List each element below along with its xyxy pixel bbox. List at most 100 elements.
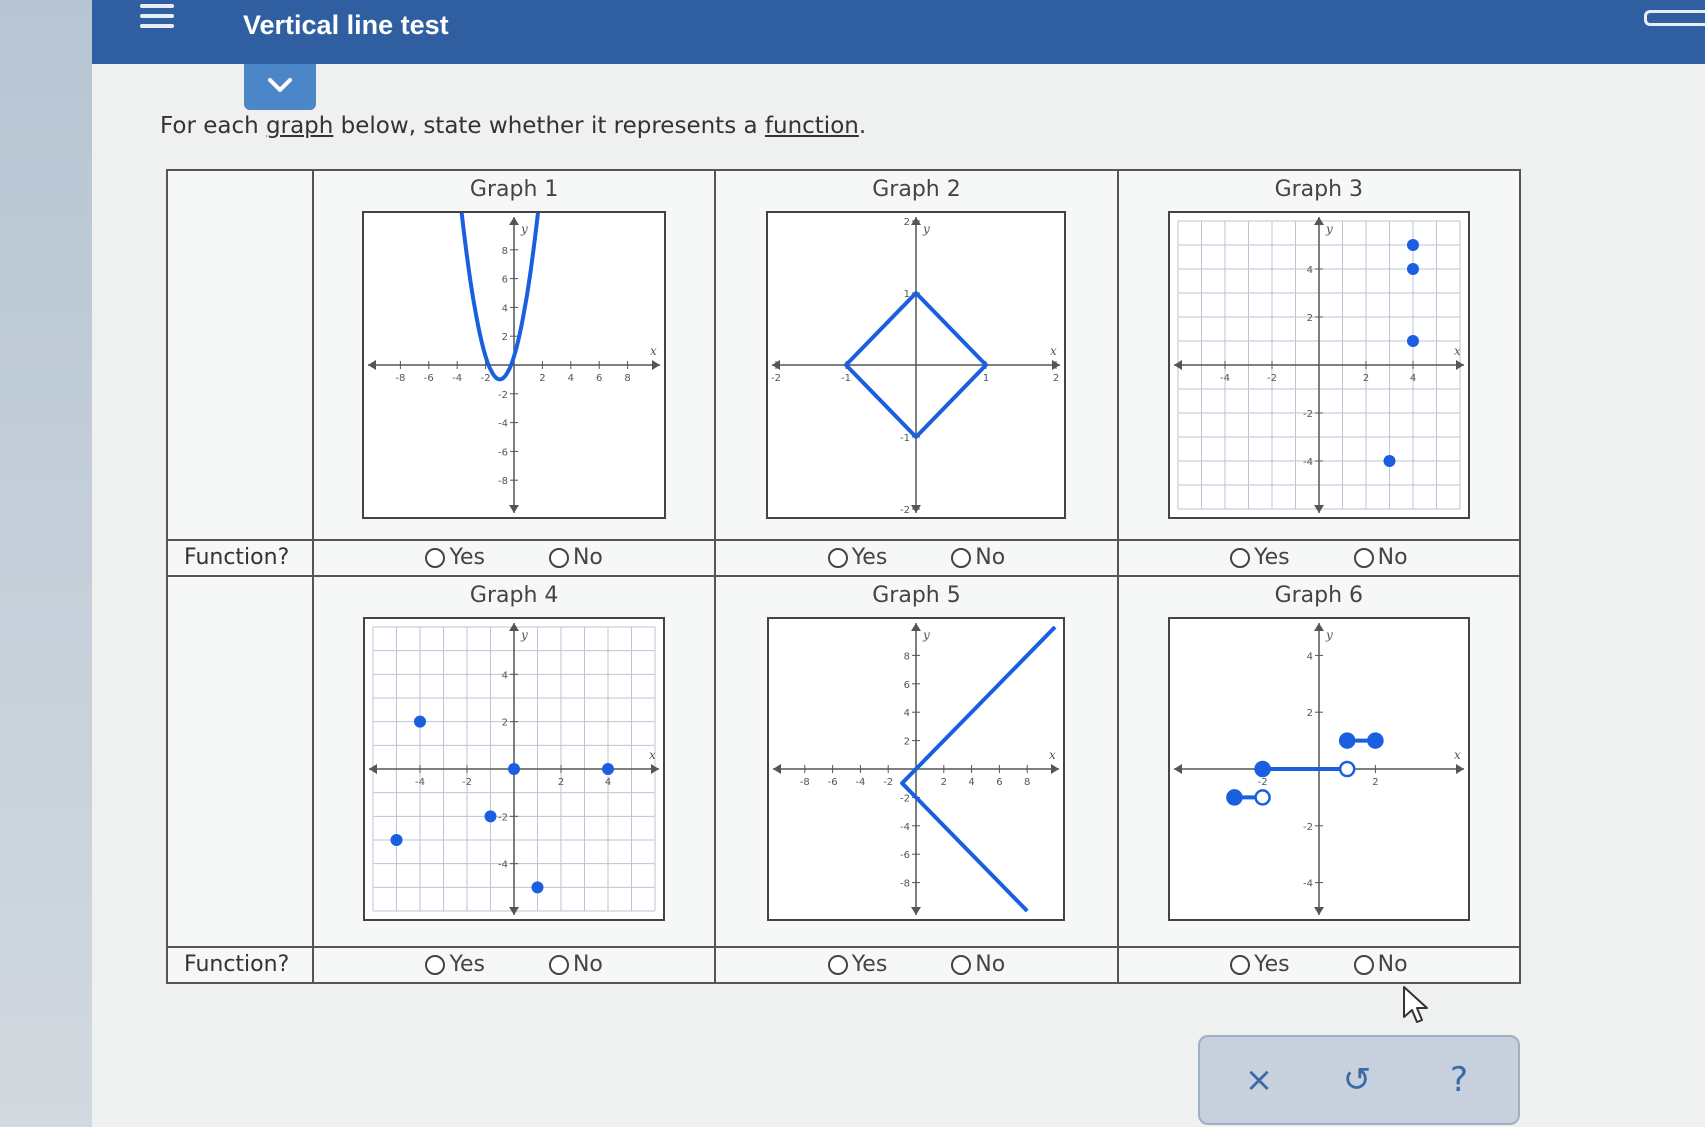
no-label: No [572, 952, 603, 977]
data-point [390, 834, 403, 846]
collapse-button[interactable] [244, 64, 316, 110]
graph-1-yes-radio[interactable]: Yes [425, 541, 485, 575]
yes-label: Yes [1254, 952, 1290, 977]
yes-label: Yes [851, 545, 888, 570]
y-tick-label: 4 [1306, 265, 1312, 276]
instruction-pre: For each [160, 113, 267, 139]
x-tick-label: -1 [841, 373, 851, 384]
y-tick-label: -6 [901, 850, 911, 861]
data-point [414, 715, 427, 728]
y-axis-label: y [520, 628, 528, 642]
x-axis-label: x [1049, 748, 1056, 762]
graph-4-no-radio[interactable]: No [548, 948, 603, 982]
row-label-blank [166, 169, 314, 541]
graph-3-yes-radio[interactable]: Yes [1230, 541, 1290, 575]
y-tick-label: 2 [502, 718, 508, 729]
data-point [1406, 335, 1419, 347]
graph-4-yes-radio[interactable]: Yes [425, 948, 485, 982]
x-tick-label: -6 [828, 777, 838, 788]
graph-cell-2: Graph 2 x y -2 -1 1 2 -2 -1 1 2 [714, 169, 1119, 541]
data-point [508, 763, 521, 775]
function-label: Function? [184, 545, 290, 570]
graph-1-plot: x y -8 -6 -4 -2 2 4 6 8 -8 -6 -4 -2 2 4 6 8 [362, 211, 667, 519]
data-point [531, 881, 544, 894]
x-tick-label: 2 [941, 777, 947, 788]
action-bar: × ↺ ? [1198, 1035, 1520, 1125]
x-tick-label: -6 [424, 373, 434, 384]
graph-title: Graph 3 [1274, 177, 1364, 202]
x-axis-arrow [1051, 764, 1060, 774]
graph-1-no-radio[interactable]: No [548, 541, 603, 575]
graph-title: Graph 6 [1274, 583, 1364, 608]
y-tick-label: -8 [901, 879, 911, 890]
answer-cell-3: Yes No [1116, 539, 1522, 577]
closed-endpoint [1366, 732, 1384, 749]
radio-circle-icon [1353, 548, 1374, 568]
closed-endpoint [1338, 732, 1356, 749]
y-tick-label: -2 [498, 390, 508, 401]
x-tick-label: -2 [481, 373, 491, 384]
y-axis-arrow [509, 505, 520, 513]
menu-icon[interactable] [140, 4, 174, 34]
open-endpoint [1254, 789, 1271, 806]
function-link[interactable]: function [765, 113, 859, 139]
graph-3-no-radio[interactable]: No [1353, 541, 1408, 575]
x-tick-label: -4 [452, 373, 462, 384]
graph-6-no-radio[interactable]: No [1353, 948, 1408, 982]
no-label: No [1377, 545, 1408, 570]
y-tick-label: 4 [502, 670, 508, 681]
graph-2-yes-radio[interactable]: Yes [827, 541, 888, 575]
graph-2-no-radio[interactable]: No [951, 541, 1005, 575]
x-tick-label: -8 [396, 373, 406, 384]
undo-icon: ↺ [1342, 1060, 1372, 1100]
help-button[interactable]: ? [1434, 1055, 1484, 1105]
header-right-handle[interactable] [1644, 10, 1705, 26]
y-tick-label: -6 [498, 447, 508, 458]
graph-6-yes-radio[interactable]: Yes [1230, 948, 1290, 982]
radio-circle-icon [1230, 548, 1251, 568]
y-tick-label: 8 [502, 246, 508, 257]
graph-link[interactable]: graph [266, 113, 333, 139]
y-axis-arrow [1313, 623, 1324, 631]
mouse-cursor-icon [1403, 986, 1428, 1023]
answer-cell-2: Yes No [714, 539, 1119, 577]
y-tick-label: 8 [904, 651, 910, 662]
data-point [484, 810, 497, 823]
radio-circle-icon [425, 955, 446, 975]
graph-title: Graph 5 [872, 583, 961, 608]
graph-title: Graph 2 [872, 177, 961, 202]
close-button[interactable]: × [1234, 1055, 1284, 1105]
y-tick-label: -4 [1303, 457, 1313, 468]
y-tick-label: -4 [498, 419, 508, 430]
instruction-post: . [858, 113, 867, 139]
parabola-curve [459, 213, 541, 382]
x-tick-label: -2 [462, 777, 472, 788]
y-tick-label: -2 [1303, 822, 1313, 833]
y-tick-label: 2 [904, 217, 910, 228]
y-axis-label: y [922, 628, 930, 642]
radio-circle-icon [425, 548, 446, 568]
instruction-text: For each graph below, state whether it r… [160, 113, 866, 139]
x-axis-arrow [1455, 764, 1464, 774]
radio-circle-icon [951, 955, 972, 975]
y-tick-label: -2 [901, 793, 911, 804]
graph-2-plot: xy-2 -1 1 2-2-112 [766, 211, 1067, 519]
function-label-cell: Function? [166, 539, 314, 577]
x-tick-label: 4 [1410, 373, 1416, 384]
x-axis-label: x [649, 748, 656, 762]
data-point [1406, 263, 1419, 275]
page-title: Vertical line test [243, 10, 449, 40]
x-axis-arrow [652, 360, 661, 370]
function-label-cell: Function? [166, 946, 314, 984]
y-tick-label: 4 [502, 303, 508, 314]
x-tick-label: 4 [568, 373, 574, 384]
graph-5-yes-radio[interactable]: Yes [827, 948, 887, 982]
instruction-mid: below, state whether it represents a [333, 113, 765, 139]
answer-cell-6: Yes No [1116, 946, 1522, 984]
x-tick-label: 2 [558, 777, 564, 788]
x-tick-label: 2 [1053, 373, 1059, 384]
graph-5-no-radio[interactable]: No [951, 948, 1005, 982]
radio-circle-icon [1353, 955, 1374, 975]
undo-button[interactable]: ↺ [1332, 1055, 1382, 1105]
x-axis-arrow [773, 764, 782, 774]
